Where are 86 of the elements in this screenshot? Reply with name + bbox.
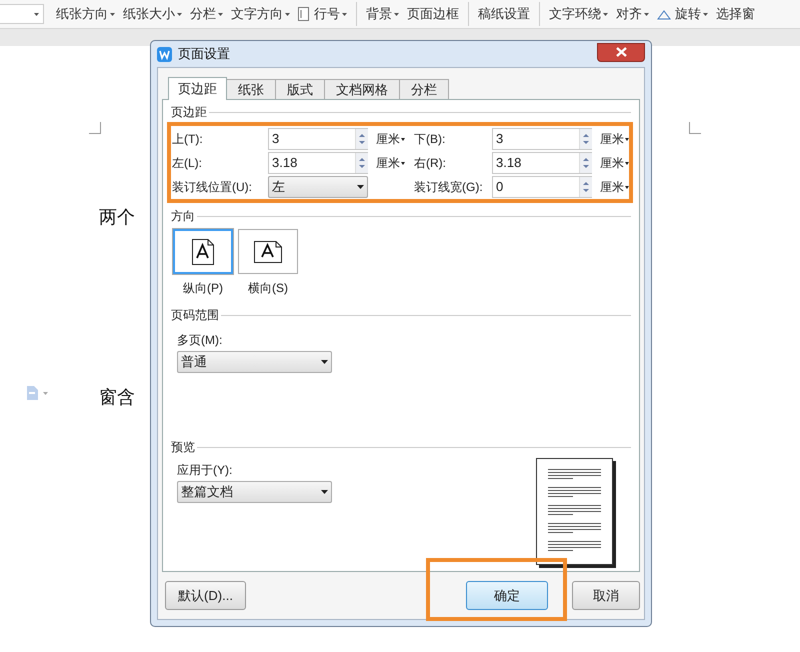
toolbar-button[interactable]: 纸张方向 xyxy=(52,2,119,26)
caret-icon xyxy=(321,490,328,494)
field-label: 应用于(Y): xyxy=(177,462,234,479)
crop-mark-icon xyxy=(89,122,101,134)
field-label: 装订线宽(G): xyxy=(414,179,484,196)
caret-icon xyxy=(218,12,223,16)
default-button[interactable]: 默认(D)... xyxy=(165,581,246,610)
rotate-icon xyxy=(657,8,671,20)
tab[interactable]: 文档网格 xyxy=(324,79,400,99)
caret-icon xyxy=(177,12,182,16)
cancel-button[interactable]: 取消 xyxy=(572,581,640,610)
window-title: 页面设置 xyxy=(178,45,230,64)
tab[interactable]: 纸张 xyxy=(226,79,276,99)
document-text: 窗含 xyxy=(99,386,135,410)
field-label: 右(R): xyxy=(414,155,447,172)
toolbar-button[interactable]: 对齐 xyxy=(612,2,653,26)
spin-field[interactable]: 3 xyxy=(492,128,592,150)
toolbar-button[interactable]: 旋转 xyxy=(653,2,712,26)
caret-icon xyxy=(644,12,649,16)
spin-field[interactable]: 3.18 xyxy=(268,152,368,174)
ok-button[interactable]: 确定 xyxy=(466,581,548,610)
spinner-icon[interactable] xyxy=(579,177,591,197)
unit-dropdown[interactable]: 厘米 xyxy=(372,154,414,172)
field-label: 上(T): xyxy=(172,131,204,148)
caret-icon xyxy=(342,12,347,16)
dropdown[interactable]: 左 xyxy=(268,176,368,198)
caret-icon xyxy=(401,138,405,140)
caret-icon xyxy=(110,12,115,16)
orientation-label: 横向(S) xyxy=(248,280,288,297)
caret-icon xyxy=(703,12,708,16)
field-label: 左(L): xyxy=(172,155,203,172)
app-logo-icon xyxy=(157,46,172,62)
paste-options-icon[interactable] xyxy=(27,386,48,400)
unit-dropdown[interactable]: 厘米 xyxy=(596,130,636,148)
toolbar-button[interactable]: 背景 xyxy=(362,2,403,26)
close-button[interactable] xyxy=(597,42,645,62)
caret-icon xyxy=(625,138,629,140)
tab[interactable]: 页边距 xyxy=(168,77,227,100)
tab[interactable]: 分栏 xyxy=(399,79,449,99)
toolbar-button[interactable]: 纸张大小 xyxy=(119,2,186,26)
section-title: 页边距 xyxy=(171,104,207,121)
spin-field[interactable]: 3 xyxy=(268,128,368,150)
page-letter-icon xyxy=(192,238,214,264)
field-label: 多页(M): xyxy=(177,332,224,349)
toolbar-button[interactable]: 选择窗 xyxy=(712,2,759,26)
unit-dropdown[interactable]: 厘米 xyxy=(372,130,414,148)
orientation-label: 纵向(P) xyxy=(183,280,223,297)
page-letter-icon xyxy=(254,240,282,262)
section-title: 预览 xyxy=(171,439,195,456)
crop-mark-icon xyxy=(689,122,701,134)
line-number-icon xyxy=(298,7,309,21)
caret-icon xyxy=(321,360,328,364)
unit-dropdown[interactable]: 厘米 xyxy=(596,178,636,196)
toolbar-button[interactable]: 行号 xyxy=(294,2,351,26)
spinner-icon[interactable] xyxy=(579,129,591,149)
caret-icon xyxy=(625,162,629,164)
orientation-button[interactable] xyxy=(173,229,233,274)
dropdown[interactable]: 整篇文档 xyxy=(177,481,332,503)
toolbar-button[interactable]: 文字环绕 xyxy=(545,2,612,26)
caret-icon xyxy=(357,185,364,189)
field-label: 装订线位置(U): xyxy=(172,179,253,196)
section-title: 页码范围 xyxy=(171,307,219,324)
section-title: 方向 xyxy=(171,208,195,225)
field-label: 下(B): xyxy=(414,131,446,148)
dropdown[interactable]: 普通 xyxy=(177,351,332,373)
tab[interactable]: 版式 xyxy=(275,79,325,99)
spin-field[interactable]: 0 xyxy=(492,176,592,198)
unit-dropdown[interactable]: 厘米 xyxy=(596,154,636,172)
spinner-icon[interactable] xyxy=(355,129,367,149)
document-text: 两个 xyxy=(99,206,135,230)
close-icon xyxy=(616,47,626,57)
toolbar-button[interactable]: 文字方向 xyxy=(227,2,294,26)
caret-icon xyxy=(285,12,290,16)
toolbar-button[interactable]: 稿纸设置 xyxy=(474,2,534,26)
spinner-icon[interactable] xyxy=(579,153,591,173)
spinner-icon[interactable] xyxy=(355,153,367,173)
caret-icon xyxy=(603,12,608,16)
font-size-field[interactable] xyxy=(0,4,44,24)
caret-icon xyxy=(34,12,39,16)
caret-icon xyxy=(394,12,399,16)
caret-icon xyxy=(401,162,405,164)
toolbar-button[interactable]: 分栏 xyxy=(186,2,227,26)
toolbar-button[interactable]: 页面边框 xyxy=(403,2,463,26)
caret-icon xyxy=(625,186,629,188)
spin-field[interactable]: 3.18 xyxy=(492,152,592,174)
orientation-button[interactable] xyxy=(238,229,298,274)
